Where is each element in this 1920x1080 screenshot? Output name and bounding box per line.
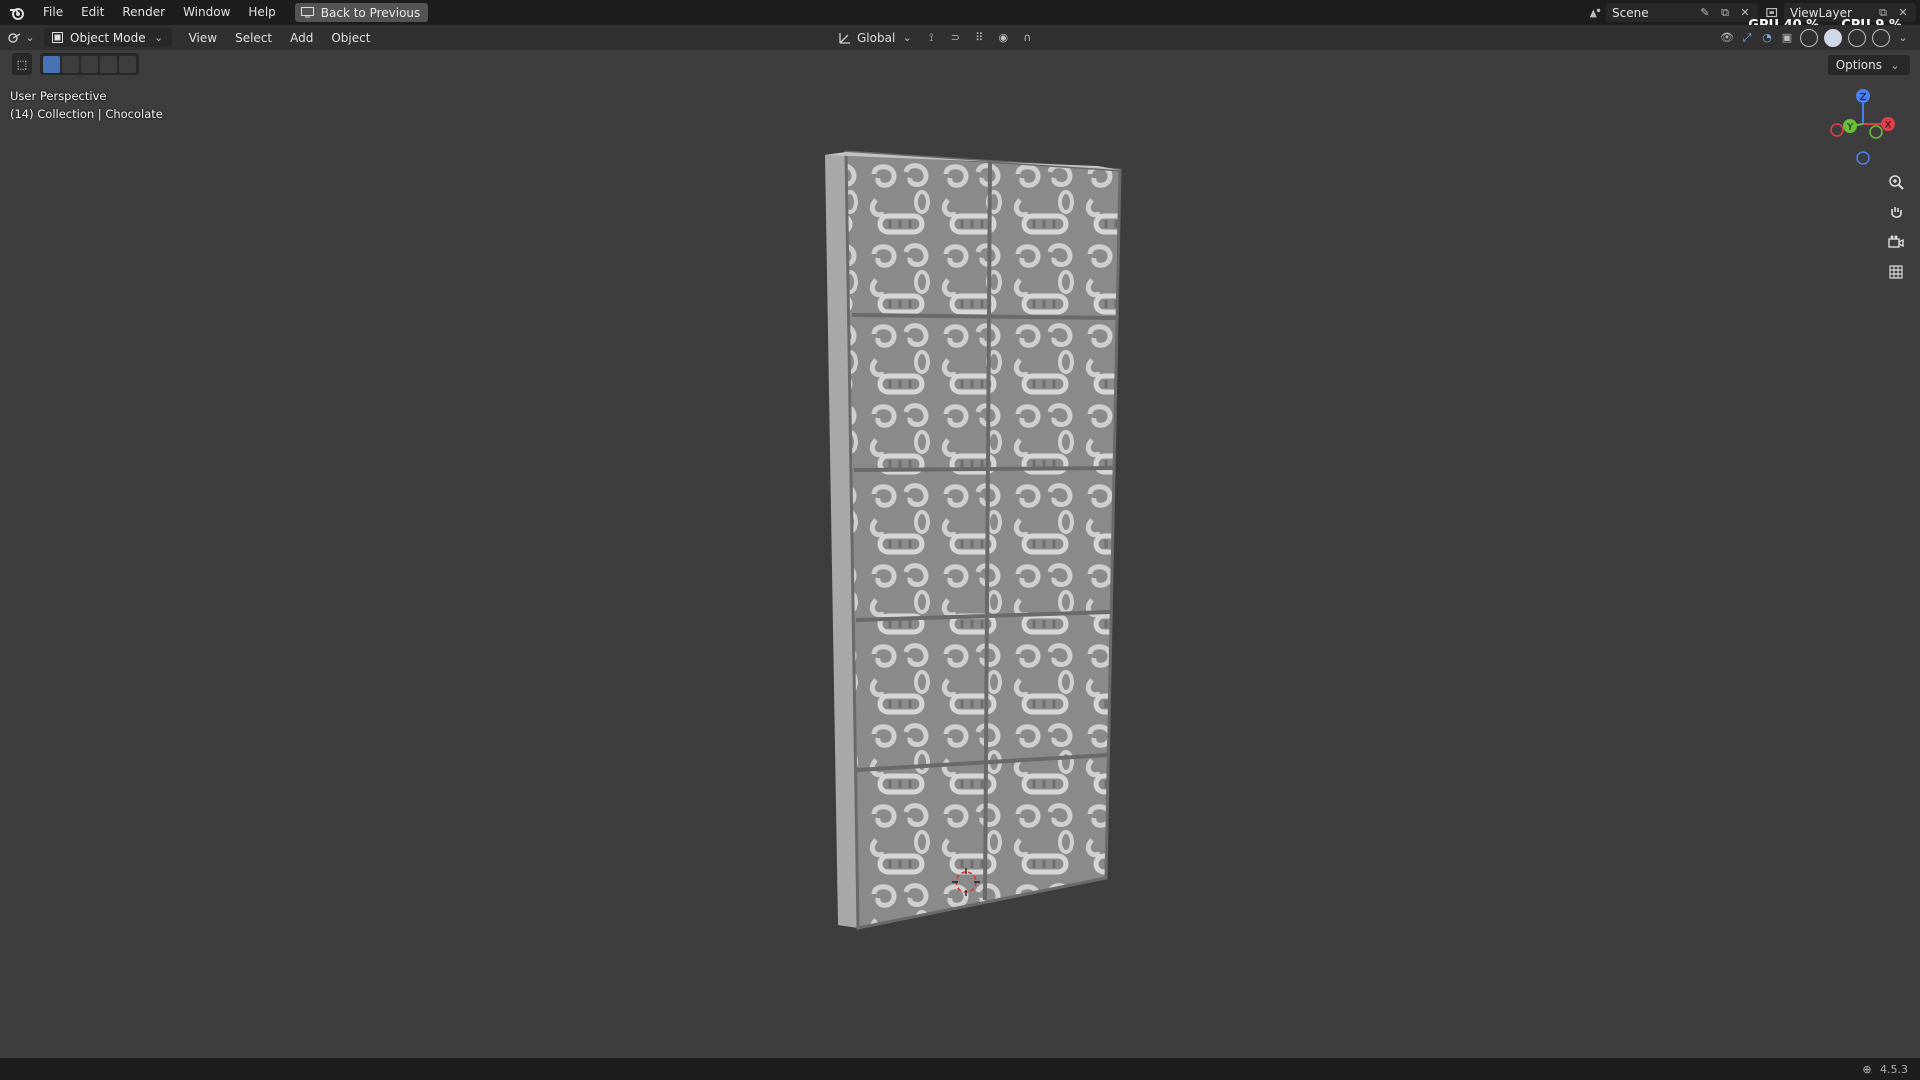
snap-icon[interactable]: ⊃ [948,31,962,45]
overlays-icon[interactable]: ◔ [1760,31,1774,45]
menu-help[interactable]: Help [239,0,284,25]
orientation-icon [838,31,852,45]
chocolate-bar-model[interactable] [0,0,1920,1080]
back-to-previous-label: Back to Previous [320,5,421,20]
chevron-down-icon: ⌄ [25,31,35,44]
xray-icon[interactable]: ▣ [1780,31,1794,45]
grid-icon[interactable] [1884,260,1908,284]
gizmo-x-label: X [1885,120,1892,131]
menu-file[interactable]: File [34,0,72,25]
menu-edit[interactable]: Edit [72,0,113,25]
chevron-down-icon: ⌄ [902,31,912,44]
select-tool-icon: ⬚ [16,57,28,71]
menu-view[interactable]: View [180,31,226,45]
chevron-down-icon: ⌄ [153,31,164,44]
navigation-gizmo[interactable]: Z X Y [1828,88,1900,168]
select-subtract-button[interactable] [81,55,98,73]
pivot-point-icon[interactable]: ⟟ [924,31,938,45]
gizmo-y-label: Y [1846,122,1854,133]
camera-icon[interactable] [1884,230,1908,254]
blender-logo-icon[interactable] [0,0,34,25]
select-intersect-button[interactable] [119,55,136,73]
gizmo-z-label: Z [1860,92,1867,103]
object-mode-label: Object Mode [70,30,146,45]
select-new-button[interactable] [43,55,60,73]
orientation-label: Global [857,30,896,45]
gizmo-icon[interactable]: ⤢ [1740,31,1754,45]
menu-object[interactable]: Object [322,31,379,45]
chevron-down-icon: ⌄ [1890,58,1900,72]
zoom-icon[interactable] [1884,170,1908,194]
wireframe-shading-button[interactable] [1800,28,1818,47]
perspective-label: User Perspective [10,89,107,103]
new-scene-icon[interactable]: ⧉ [1718,6,1732,20]
version-label: 4.5.3 [1880,1062,1908,1076]
back-to-previous-button[interactable]: Back to Previous [294,3,429,22]
visibility-icon[interactable]: 👁 [1720,31,1734,45]
object-mode-dropdown[interactable]: Object Mode ⌄ [44,28,172,47]
screen-icon [301,6,315,20]
viewport-editor-icon [7,31,21,45]
scene-selector[interactable]: Scene ✎ ⧉ ✕ [1606,3,1758,22]
select-extend-button[interactable] [62,55,79,73]
snap-target-icon[interactable]: ⠿ [972,31,986,45]
object-mode-icon [50,31,64,45]
solid-shading-button[interactable] [1824,28,1842,47]
version-info: ⊕ 4.5.3 [1860,1062,1908,1076]
viewport-display-tools: 👁 ⤢ ◔ ▣ ⌄ [1720,25,1910,50]
menu-render[interactable]: Render [113,0,174,25]
menu-select[interactable]: Select [226,31,281,45]
select-invert-button[interactable] [100,55,117,73]
options-dropdown[interactable]: Options ⌄ [1827,55,1910,75]
tool-settings-row: ⬚ [0,50,139,78]
scene-icon[interactable] [1588,6,1602,20]
collection-label: (14) Collection | Chocolate [10,107,163,121]
globe-icon: ⊕ [1862,1062,1872,1076]
pan-hand-icon[interactable] [1884,200,1908,224]
material-shading-button[interactable] [1848,28,1866,47]
orientation-dropdown[interactable]: Global ⌄ [838,31,914,45]
falloff-icon[interactable]: ∩ [1020,31,1034,45]
menu-window[interactable]: Window [174,0,239,25]
rendered-shading-button[interactable] [1872,28,1890,47]
menu-add[interactable]: Add [281,31,322,45]
editor-type-dropdown[interactable]: ⌄ [0,25,44,50]
scene-name[interactable]: Scene [1612,6,1692,20]
transform-tools: Global ⌄ ⟟ ⊃ ⠿ ◉ ∩ [838,25,1034,50]
pin-icon[interactable]: ✎ [1698,6,1712,20]
active-tool[interactable]: ⬚ [12,53,32,75]
status-bar: ⊕ 4.5.3 [0,1058,1920,1080]
selection-mode-group [40,53,139,75]
chevron-down-icon[interactable]: ⌄ [1896,31,1910,45]
viewport-info: User Perspective (14) Collection | Choco… [10,87,163,123]
viewport-header: ⌄ Object Mode ⌄ View Select Add Object G… [0,25,1920,50]
proportional-editing-icon[interactable]: ◉ [996,31,1010,45]
options-label: Options [1835,58,1882,72]
